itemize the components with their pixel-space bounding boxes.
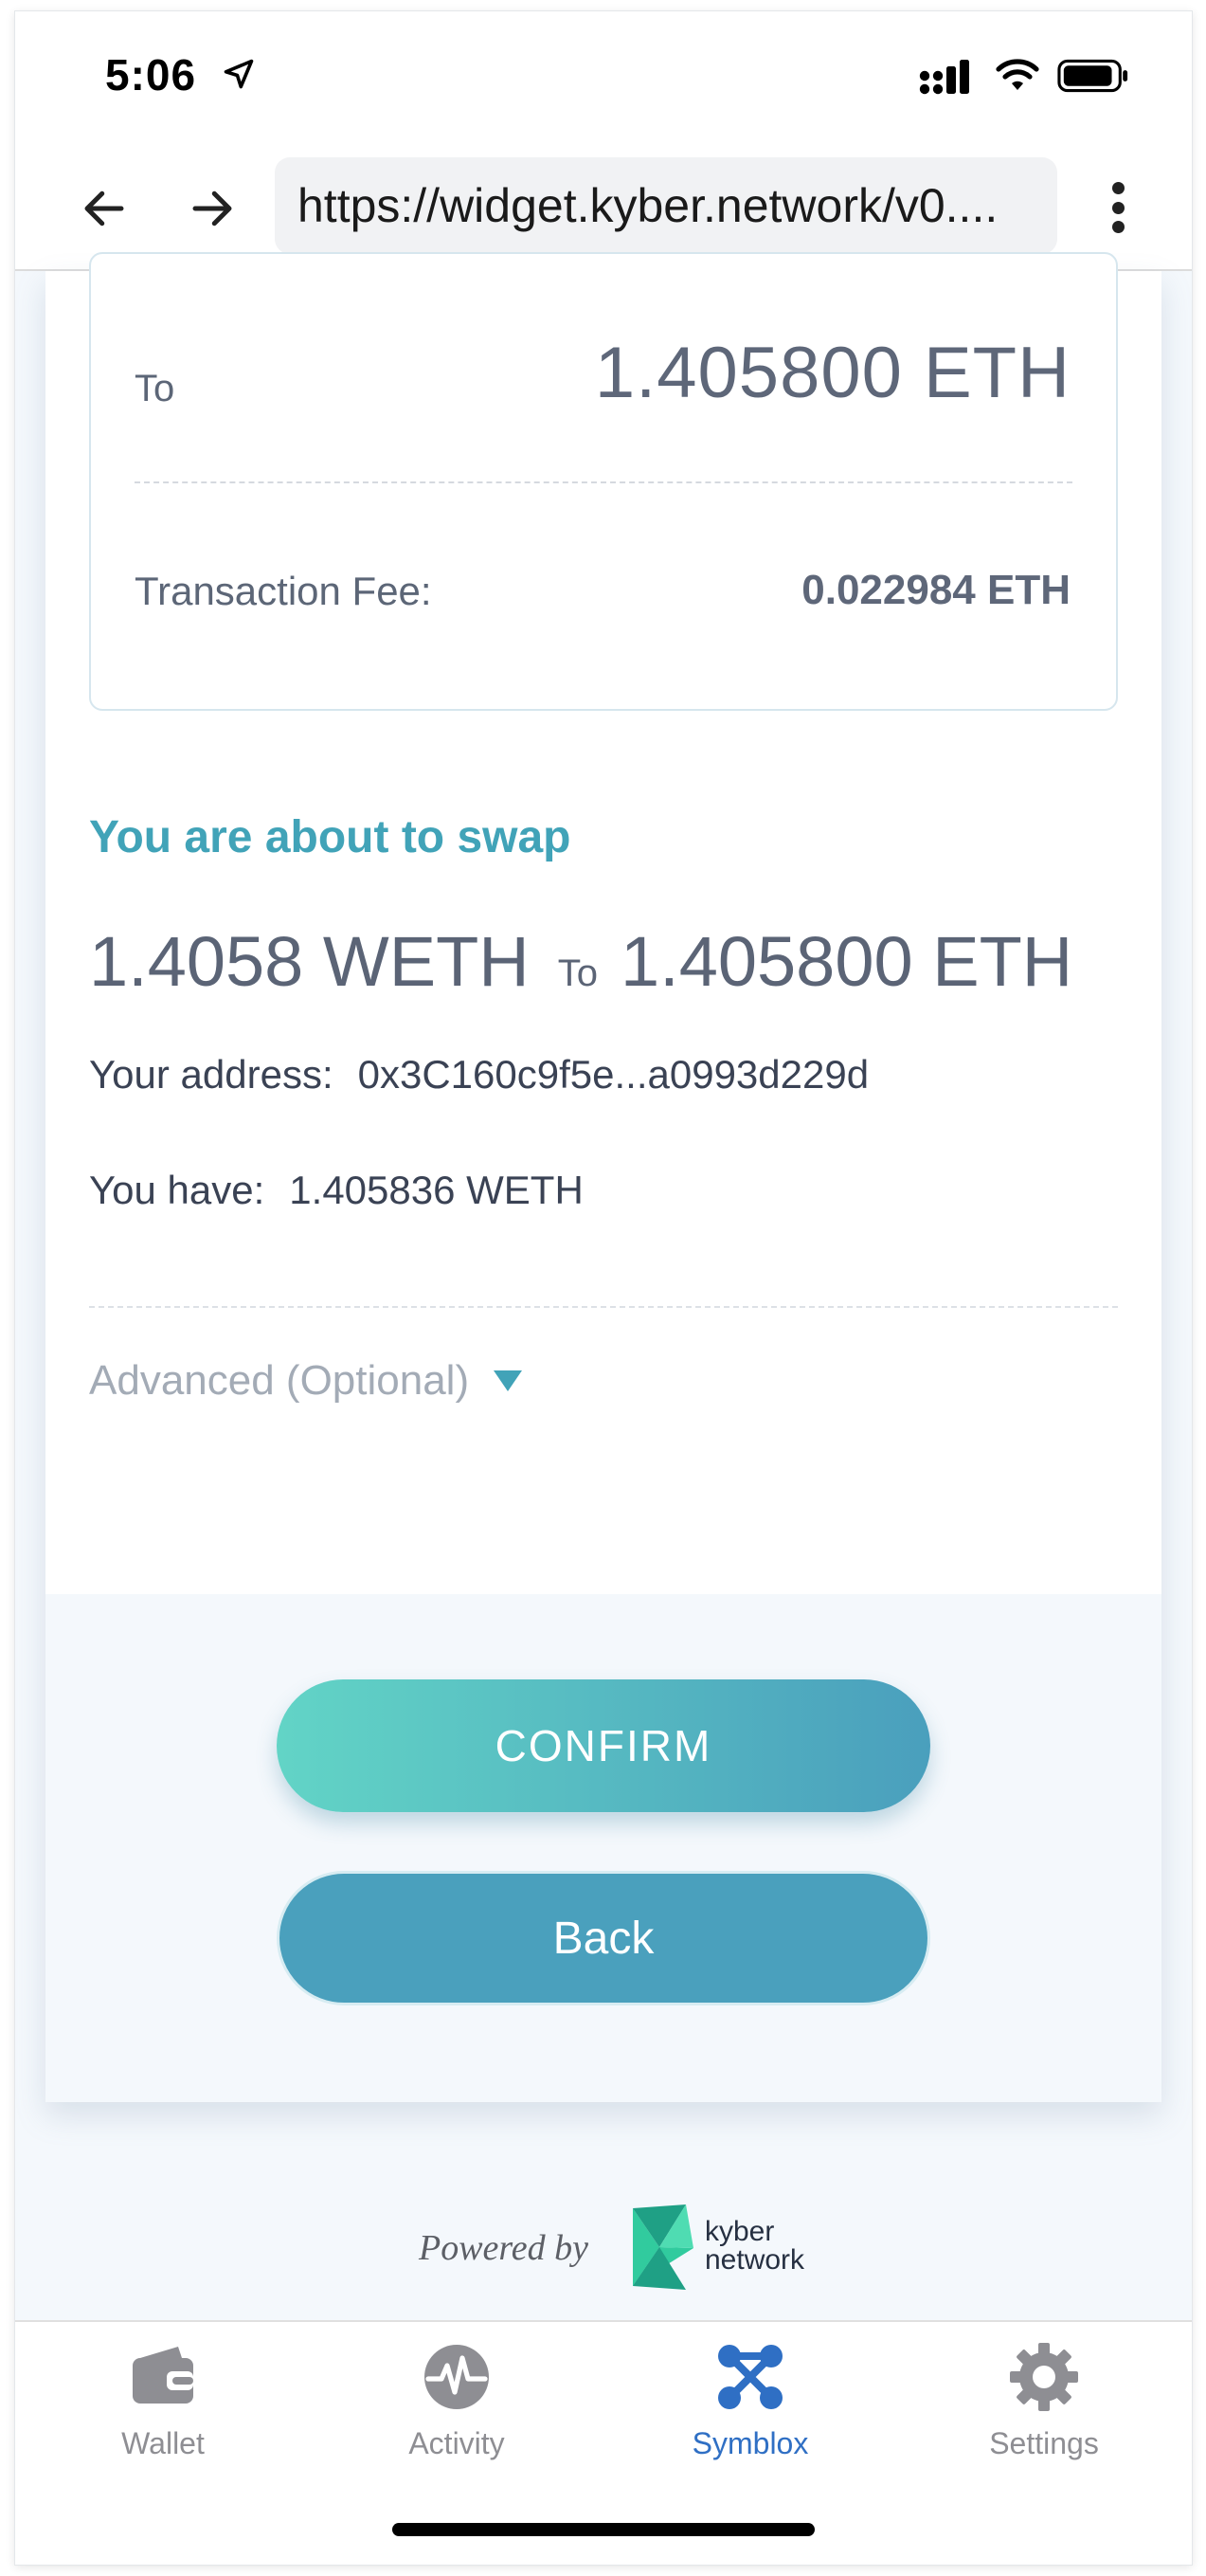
- swap-amounts: 1.4058 WETH To 1.405800 ETH: [89, 921, 1072, 1002]
- address-row: Your address: 0x3C160c9f5e...a0993d229d: [89, 1052, 869, 1098]
- symblox-icon: [718, 2345, 783, 2409]
- advanced-options-label: Advanced (Optional): [89, 1357, 470, 1404]
- arrow-left-icon: [84, 190, 124, 227]
- swap-to-word: To: [557, 952, 598, 994]
- powered-by-footer: Powered by kyber network: [15, 2191, 1192, 2295]
- caret-down-icon: [494, 1370, 523, 1391]
- tab-settings[interactable]: Settings: [949, 2339, 1139, 2481]
- balance-value: 1.405836 WETH: [289, 1168, 584, 1212]
- arrow-right-icon: [192, 190, 232, 227]
- browser-forward-button[interactable]: [184, 180, 241, 237]
- swap-heading: You are about to swap: [89, 812, 571, 862]
- tab-settings-label: Settings: [989, 2426, 1099, 2460]
- wifi-icon: [996, 59, 1039, 90]
- location-arrow-icon: [224, 59, 254, 89]
- to-label: To: [135, 368, 175, 409]
- address-label: Your address:: [89, 1052, 333, 1097]
- cellular-signal-icon: [919, 60, 969, 95]
- wallet-icon: [133, 2347, 193, 2404]
- confirm-button[interactable]: CONFIRM: [277, 1679, 930, 1812]
- action-area: CONFIRM Back: [45, 1594, 1161, 2102]
- tab-wallet-label: Wallet: [121, 2426, 205, 2460]
- status-bar: 5:06: [15, 11, 1192, 144]
- swap-summary-card: To 1.405800 ETH Transaction Fee: 0.02298…: [89, 252, 1118, 711]
- transaction-fee-label: Transaction Fee:: [135, 569, 432, 613]
- url-text: https://widget.kyber.network/v0....: [297, 179, 999, 232]
- advanced-options-toggle[interactable]: Advanced (Optional): [89, 1357, 523, 1405]
- home-indicator: [392, 2523, 815, 2536]
- transaction-fee-value: 0.022984 ETH: [801, 567, 1071, 613]
- tab-activity[interactable]: Activity: [362, 2339, 551, 2481]
- balance-row: You have: 1.405836 WETH: [89, 1168, 584, 1213]
- activity-icon: [424, 2345, 489, 2409]
- battery-icon: [1057, 59, 1128, 93]
- address-value: 0x3C160c9f5e...a0993d229d: [357, 1052, 870, 1097]
- more-vertical-icon: [1111, 182, 1125, 194]
- tab-wallet[interactable]: Wallet: [68, 2339, 258, 2481]
- swap-from-amount: 1.4058 WETH: [89, 922, 530, 1001]
- back-button[interactable]: Back: [277, 1871, 930, 2005]
- powered-by-text: Powered by: [419, 2228, 589, 2268]
- swap-widget: To 1.405800 ETH Transaction Fee: 0.02298…: [45, 252, 1161, 2102]
- kyber-network-wordmark: kyber network: [705, 2216, 805, 2276]
- to-value: 1.405800 ETH: [594, 333, 1071, 413]
- swap-to-amount: 1.405800 ETH: [621, 922, 1073, 1001]
- phone-screen: 5:06 https://widget.kyber.network/v0....…: [15, 11, 1192, 2565]
- gear-icon: [1010, 2343, 1078, 2411]
- browser-back-button[interactable]: [76, 180, 133, 237]
- tab-symblox-label: Symblox: [692, 2426, 809, 2460]
- kyber-network-logo-icon: [633, 2204, 693, 2290]
- balance-label: You have:: [89, 1168, 265, 1212]
- tab-activity-label: Activity: [408, 2426, 505, 2460]
- divider: [89, 1306, 1118, 1308]
- divider: [135, 481, 1072, 483]
- status-time: 5:06: [105, 50, 197, 100]
- address-bar[interactable]: https://widget.kyber.network/v0....: [275, 157, 1057, 254]
- tab-symblox[interactable]: Symblox: [656, 2339, 845, 2481]
- browser-menu-button[interactable]: [1099, 176, 1137, 239]
